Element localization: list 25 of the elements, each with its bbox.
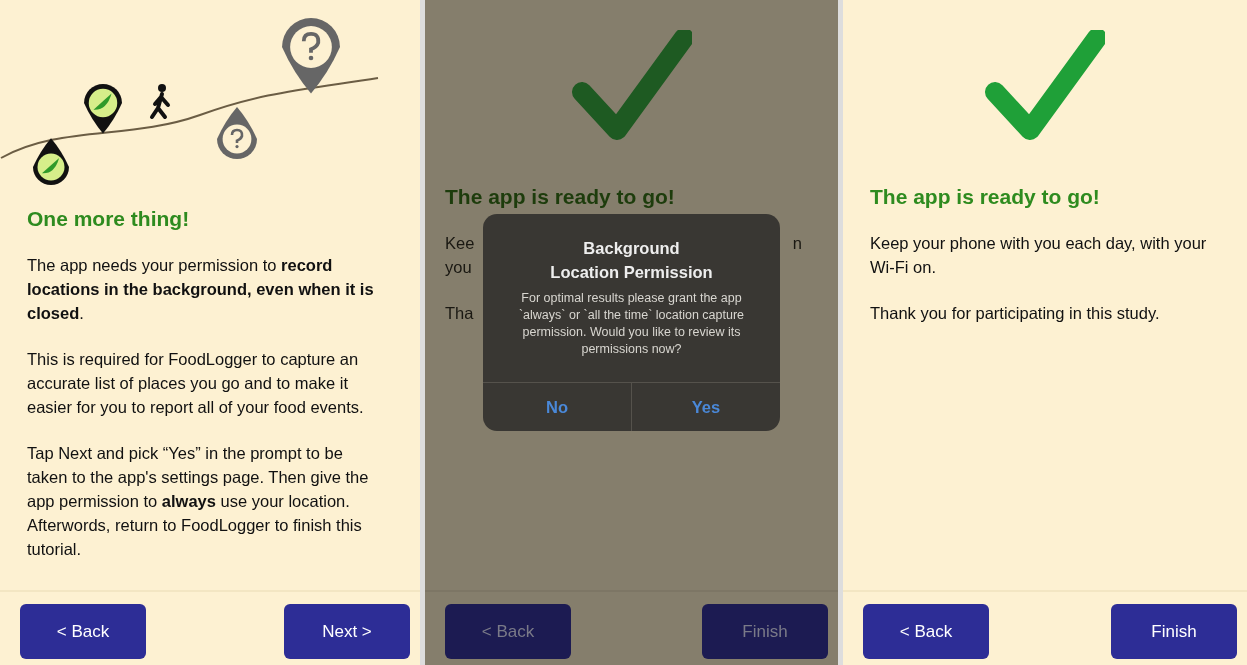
next-button[interactable]: Finish [702,604,828,659]
body-text: Tap Next and pick “Yes” in the prompt to be taken to the app's settings page. Then give the app permission to always use your location. Afterwords, return to FoodLogger to finish this tutorial. [27,443,370,560]
dialog-title: Background Location Permission [549,238,714,283]
question-pin-icon [217,107,257,159]
body-text: The app needs your permission to record locations in the background, even when it is closed. [27,255,375,324]
body-text: n [792,233,802,254]
next-button[interactable]: Next > [284,604,410,659]
question-pin-icon [282,18,340,94]
walking-person-icon [150,84,170,119]
body-text: Tha [445,303,474,324]
back-button[interactable]: < Back [863,604,989,659]
next-button[interactable]: Finish [1111,604,1237,659]
food-pin-icon [84,84,122,134]
heading: The app is ready to go! [870,185,1101,209]
heading: One more thing! [27,207,191,231]
body-text: Kee [445,233,475,254]
body-text: you [445,257,472,278]
body-text: This is required for FoodLogger to capture an accurate list of places you go and to make it easier for you to report all of your food events. [27,349,365,418]
back-button[interactable]: < Back [445,604,571,659]
food-pin-icon [33,138,69,185]
back-button[interactable]: < Back [20,604,146,659]
dialog-message: For optimal results please grant the app `always` or `all the time` location capture permission. Would you like to review its permissions now? [517,290,746,358]
body-text: Keep your phone with you each day, with your Wi-Fi on. [870,233,1208,278]
body-text: Thank you for participating in this study. [870,303,1161,324]
heading: The app is ready to go! [445,185,676,209]
